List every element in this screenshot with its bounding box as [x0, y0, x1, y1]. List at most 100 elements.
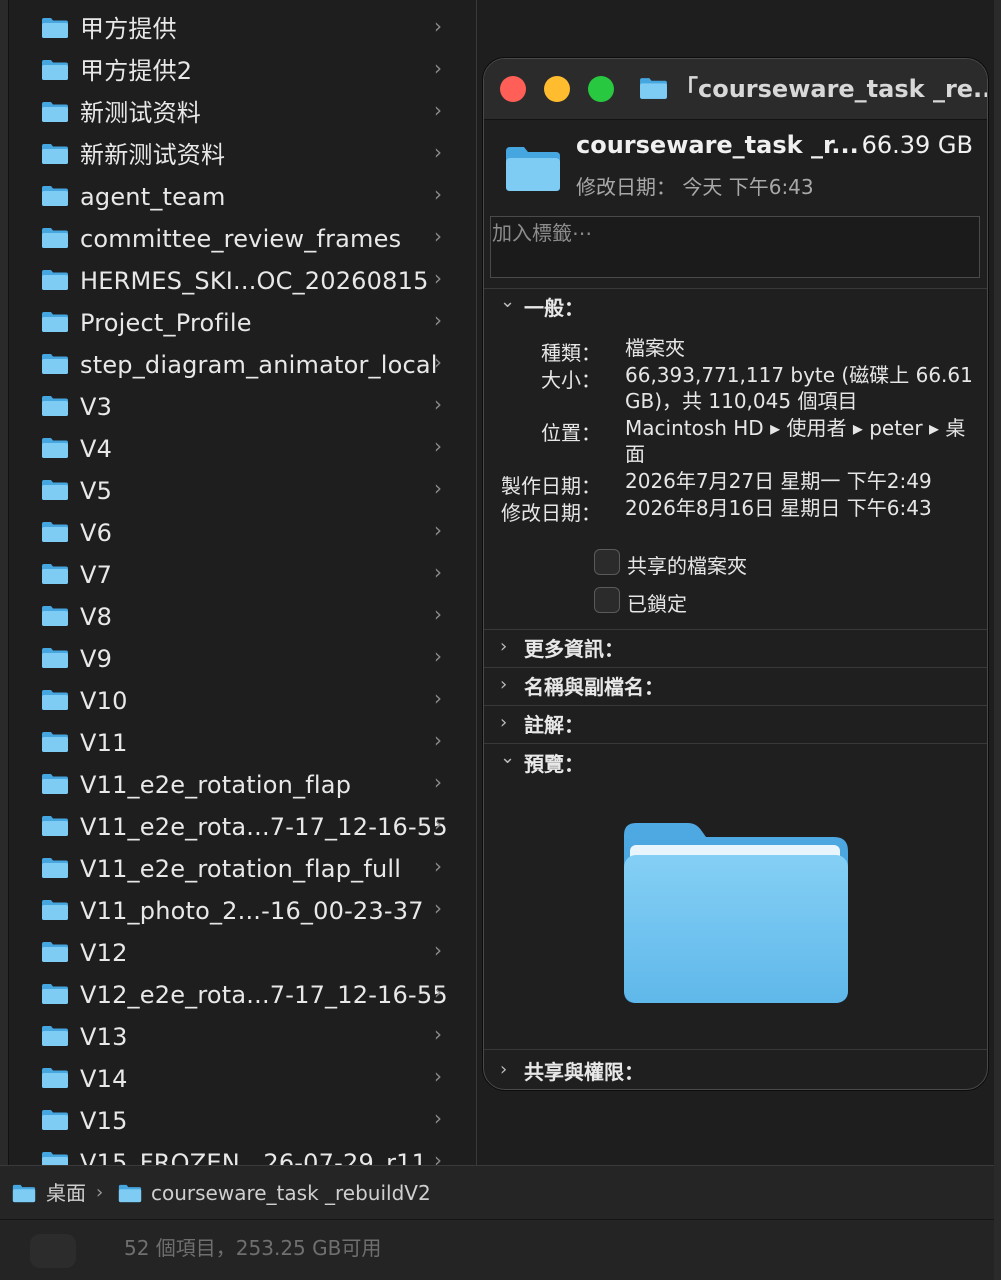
folder-row[interactable]: 甲方提供 › — [10, 4, 476, 46]
chevron-right-icon: › — [434, 350, 442, 374]
locked-label: 已鎖定 — [627, 592, 687, 616]
folder-row[interactable]: V4 › — [10, 424, 476, 466]
folder-icon — [42, 648, 68, 668]
folder-icon — [42, 102, 68, 122]
folder-row[interactable]: 甲方提供2 › — [10, 46, 476, 88]
folder-icon — [42, 312, 68, 332]
folder-row[interactable]: V6 › — [10, 508, 476, 550]
folder-icon — [42, 942, 68, 962]
chevron-right-icon: › — [434, 1148, 442, 1165]
folder-row[interactable]: Project_Profile › — [10, 298, 476, 340]
folder-icon — [42, 438, 68, 458]
folder-row[interactable]: HERMES_SKI...OC_20260815 › — [10, 256, 476, 298]
folder-row[interactable]: V14 › — [10, 1054, 476, 1096]
chevron-right-icon: › — [434, 854, 442, 878]
folder-icon — [42, 186, 68, 206]
item-name: courseware_task _r... — [576, 131, 859, 159]
folder-name: V11_e2e_rota...7-17_12-16-55 — [80, 813, 448, 841]
created-label: 製作日期： — [501, 474, 601, 498]
item-size: 66.39 GB — [861, 131, 973, 159]
folder-row[interactable]: V3 › — [10, 382, 476, 424]
folder-name: agent_team — [80, 183, 226, 211]
folder-name: step_diagram_animator_local — [80, 351, 438, 379]
folder-row[interactable]: V7 › — [10, 550, 476, 592]
chevron-right-icon: › — [96, 1182, 104, 1203]
folder-name: V12_e2e_rota...7-17_12-16-55 — [80, 981, 448, 1009]
folder-icon — [42, 480, 68, 500]
folder-icon — [506, 147, 560, 191]
get-info-window: 「courseware_task _re... courseware_task … — [483, 58, 988, 1090]
folder-name: 甲方提供 — [80, 15, 177, 43]
folder-icon — [42, 984, 68, 1004]
sidebar-edge — [0, 0, 9, 1165]
divider — [484, 743, 987, 744]
column-divider[interactable] — [476, 0, 477, 1165]
folder-row[interactable]: V15_FROZEN...26-07-29_r11 › — [10, 1138, 476, 1165]
folder-row[interactable]: V8 › — [10, 592, 476, 634]
folder-row[interactable]: V12 › — [10, 928, 476, 970]
zoom-button[interactable] — [588, 76, 614, 102]
section-general-header[interactable]: ⌄ 一般： — [484, 289, 987, 327]
section-more-info-label: 更多資訊： — [524, 637, 624, 661]
folder-icon — [42, 1152, 68, 1165]
folder-icon — [42, 816, 68, 836]
section-sharing-header[interactable]: › 共享與權限： — [484, 1053, 987, 1089]
disclosure-collapsed-icon: › — [500, 1059, 508, 1080]
folder-row[interactable]: V11_e2e_rotation_flap_full › — [10, 844, 476, 886]
folder-row[interactable]: agent_team › — [10, 172, 476, 214]
folder-row[interactable]: V11 › — [10, 718, 476, 760]
folder-name: V4 — [80, 435, 113, 463]
status-text: 52 個項目，253.25 GB可用 — [124, 1236, 382, 1260]
minimize-button[interactable] — [544, 76, 570, 102]
item-modified-date: 修改日期： 今天 下午6:43 — [576, 175, 814, 199]
folder-row[interactable]: V9 › — [10, 634, 476, 676]
path-segment-current-folder[interactable]: courseware_task _rebuildV2 — [151, 1166, 431, 1220]
chevron-right-icon: › — [434, 980, 442, 1004]
folder-icon — [640, 78, 667, 99]
path-segment-desktop[interactable]: 桌面 — [46, 1166, 86, 1220]
title-bar[interactable]: 「courseware_task _re... — [484, 59, 988, 120]
window-title: 「courseware_task _re... — [674, 75, 988, 103]
folder-row[interactable]: step_diagram_animator_local › — [10, 340, 476, 382]
locked-checkbox[interactable] — [594, 587, 620, 613]
folder-icon — [42, 1110, 68, 1130]
size-label: 大小： — [541, 368, 601, 392]
folder-row[interactable]: V5 › — [10, 466, 476, 508]
chevron-right-icon: › — [434, 1064, 442, 1088]
folder-row[interactable]: V11_e2e_rotation_flap › — [10, 760, 476, 802]
folder-row[interactable]: V12_e2e_rota...7-17_12-16-55 › — [10, 970, 476, 1012]
folder-row[interactable]: V15 › — [10, 1096, 476, 1138]
close-button[interactable] — [500, 76, 526, 102]
folder-row[interactable]: V11_e2e_rota...7-17_12-16-55 › — [10, 802, 476, 844]
folder-name: committee_review_frames — [80, 225, 402, 253]
section-name-extension-header[interactable]: › 名稱與副檔名： — [484, 668, 987, 706]
folder-name: V13 — [80, 1023, 128, 1051]
folder-row[interactable]: 新测试资料 › — [10, 88, 476, 130]
section-preview-header[interactable]: ⌄ 預覽： — [484, 745, 987, 783]
where-label: 位置： — [541, 421, 601, 445]
chevron-right-icon: › — [434, 308, 442, 332]
folder-icon — [42, 1026, 68, 1046]
section-more-info-header[interactable]: › 更多資訊： — [484, 630, 987, 668]
section-general-label: 一般： — [524, 296, 584, 320]
folder-row[interactable]: V11_photo_2...-16_00-23-37 › — [10, 886, 476, 928]
chevron-right-icon: › — [434, 224, 442, 248]
folder-row[interactable]: 新新测试资料 › — [10, 130, 476, 172]
where-value: Macintosh HD ▸ 使用者 ▸ peter ▸ 桌面 — [625, 416, 966, 466]
tags-input[interactable] — [491, 217, 979, 247]
folder-row[interactable]: V10 › — [10, 676, 476, 718]
folder-row[interactable]: committee_review_frames › — [10, 214, 476, 256]
disclosure-collapsed-icon: › — [500, 712, 508, 733]
folder-icon — [42, 690, 68, 710]
section-comments-header[interactable]: › 註解： — [484, 706, 987, 744]
folder-name: V14 — [80, 1065, 128, 1093]
folder-row[interactable]: V13 › — [10, 1012, 476, 1054]
background-window-edge — [994, 0, 1001, 1280]
chevron-right-icon: › — [434, 140, 442, 164]
section-comments-label: 註解： — [524, 713, 584, 737]
chevron-right-icon: › — [434, 56, 442, 80]
chevron-right-icon: › — [434, 644, 442, 668]
folder-column[interactable]: 甲方提供 › 甲方提供2 › 新测试资料 › 新新测试资料 › agent_team › commi… — [10, 0, 476, 1165]
tags-field[interactable] — [490, 216, 980, 278]
shared-folder-checkbox[interactable] — [594, 549, 620, 575]
